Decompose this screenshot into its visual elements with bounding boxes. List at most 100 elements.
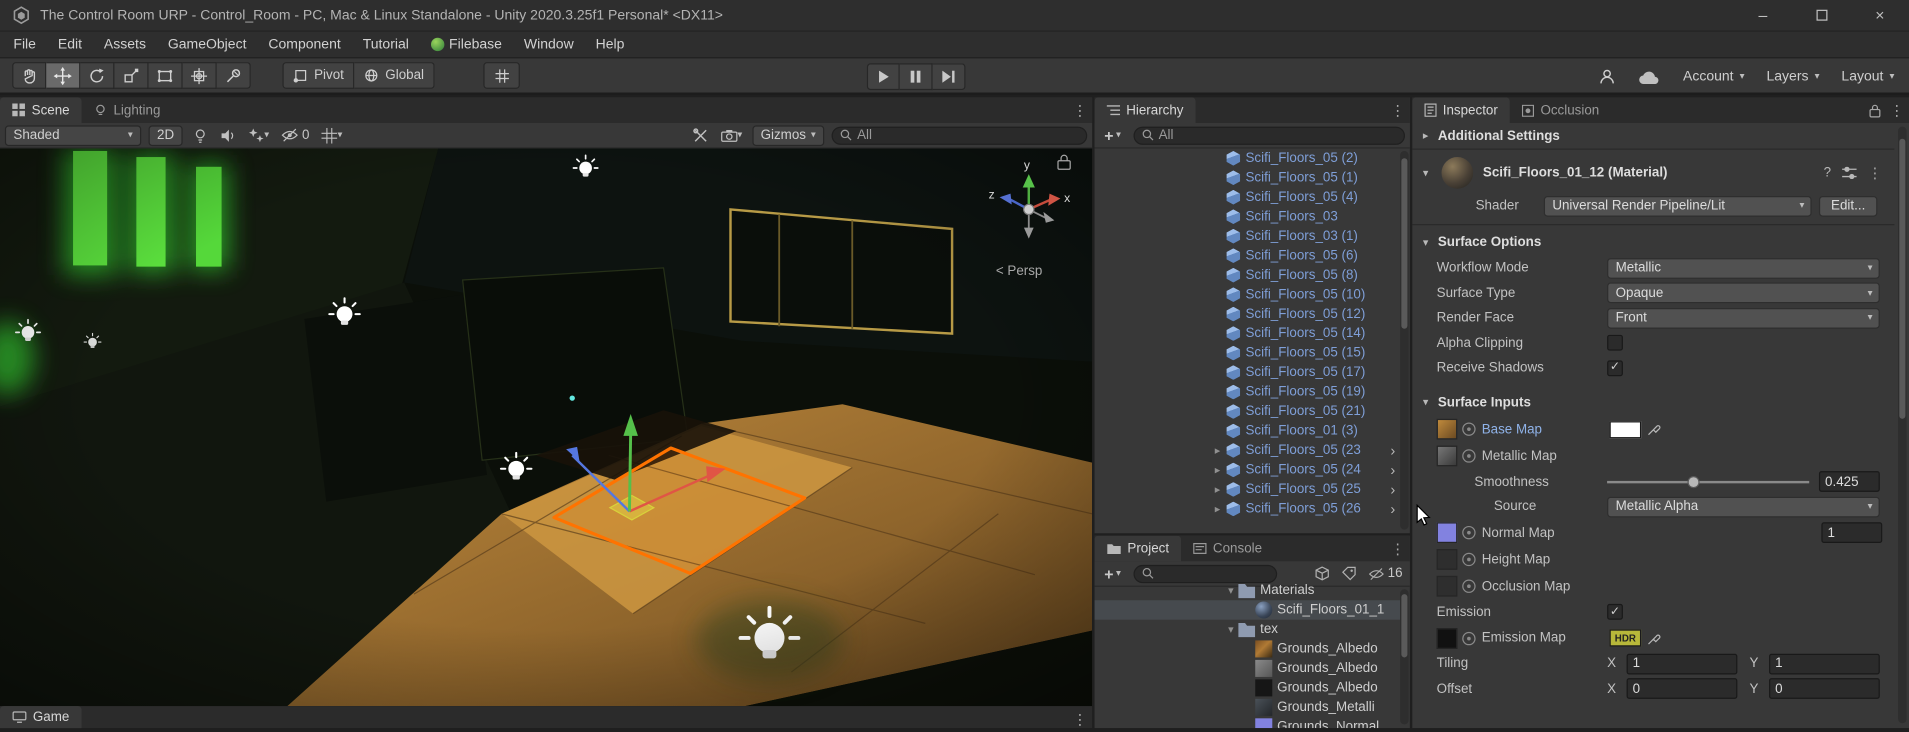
- hierarchy-item[interactable]: Scifi_Floors_05 (12): [1095, 304, 1401, 323]
- menu-item[interactable]: GameObject: [157, 32, 258, 58]
- project-item[interactable]: Grounds_Albedo: [1095, 639, 1401, 658]
- hidden-packages-toggle[interactable]: 16: [1366, 566, 1405, 581]
- normal-map-object-picker[interactable]: [1462, 525, 1476, 540]
- material-preview-sphere[interactable]: [1441, 157, 1474, 189]
- rect-tool-button[interactable]: [148, 62, 183, 89]
- game-menu-icon[interactable]: ⋮: [1073, 710, 1088, 727]
- alpha-clipping-checkbox[interactable]: [1607, 335, 1623, 351]
- maximize-button[interactable]: [1792, 0, 1850, 30]
- search-by-label-button[interactable]: [1339, 566, 1358, 581]
- transform-tool-button[interactable]: [182, 62, 217, 89]
- tab-hierarchy[interactable]: Hierarchy: [1094, 97, 1196, 123]
- smoothness-slider[interactable]: [1607, 471, 1810, 492]
- tiling-x-field[interactable]: 1: [1626, 653, 1738, 675]
- scene-effects-dropdown[interactable]: ▾: [246, 127, 272, 143]
- minimize-button[interactable]: –: [1734, 0, 1792, 30]
- play-button[interactable]: [866, 63, 900, 91]
- menu-item[interactable]: Tutorial: [352, 32, 420, 58]
- hierarchy-item[interactable]: Scifi_Floors_05 (21): [1095, 402, 1401, 421]
- hierarchy-create-button[interactable]: + ▾: [1099, 127, 1125, 143]
- eyedropper-icon[interactable]: [1647, 631, 1661, 644]
- eyedropper-icon[interactable]: [1647, 422, 1661, 436]
- scene-lighting-toggle[interactable]: [190, 127, 211, 143]
- cloud-icon[interactable]: [1639, 69, 1661, 85]
- move-tool-button[interactable]: [46, 62, 81, 89]
- surface-options-foldout[interactable]: ▾ Surface Options: [1412, 229, 1894, 256]
- tab-occlusion[interactable]: Occlusion: [1510, 97, 1611, 123]
- surface-type-dropdown[interactable]: Opaque ▾: [1607, 282, 1880, 304]
- gizmos-dropdown[interactable]: Gizmos ▾: [752, 124, 825, 146]
- hand-tool-button[interactable]: [12, 62, 47, 89]
- hierarchy-item[interactable]: Scifi_Floors_05 (10): [1095, 285, 1401, 304]
- hierarchy-item[interactable]: Scifi_Floors_03 (1): [1095, 226, 1401, 245]
- expand-arrow-icon[interactable]: [1209, 463, 1226, 476]
- open-prefab-icon[interactable]: [1390, 502, 1395, 517]
- custom-tool-button[interactable]: [216, 62, 251, 89]
- tab-scene[interactable]: Scene: [0, 97, 82, 123]
- surface-inputs-foldout[interactable]: ▾ Surface Inputs: [1412, 389, 1894, 416]
- hierarchy-item[interactable]: Scifi_Floors_05 (6): [1095, 246, 1401, 265]
- scene-viewport[interactable]: y x z < Persp: [0, 148, 1093, 707]
- normal-scale-field[interactable]: 1: [1821, 522, 1883, 544]
- tab-inspector[interactable]: Inspector: [1412, 97, 1511, 123]
- scale-tool-button[interactable]: [114, 62, 149, 89]
- menu-item[interactable]: File: [2, 32, 46, 58]
- inspector-scrollbar[interactable]: [1898, 126, 1907, 724]
- material-menu-icon[interactable]: ⋮: [1868, 164, 1883, 181]
- search-by-type-button[interactable]: [1312, 566, 1331, 581]
- hierarchy-item[interactable]: Scifi_Floors_03: [1095, 207, 1401, 226]
- presets-icon[interactable]: [1842, 166, 1857, 179]
- offset-y-field[interactable]: 0: [1769, 678, 1880, 700]
- shading-mode-dropdown[interactable]: Shaded ▾: [4, 124, 142, 146]
- project-create-button[interactable]: + ▾: [1099, 566, 1125, 582]
- layers-dropdown[interactable]: Layers ▾: [1766, 69, 1819, 84]
- hierarchy-item[interactable]: Scifi_Floors_05 (26: [1095, 499, 1401, 518]
- additional-settings-foldout[interactable]: ▸ Additional Settings: [1412, 123, 1895, 150]
- normal-map-thumbnail[interactable]: [1436, 522, 1458, 544]
- hierarchy-item[interactable]: Scifi_Floors_05 (25: [1095, 480, 1401, 499]
- smoothness-field[interactable]: 0.425: [1818, 471, 1880, 493]
- project-item[interactable]: Grounds_Normal: [1095, 717, 1401, 729]
- base-color-swatch[interactable]: [1609, 420, 1642, 438]
- hierarchy-scrollbar[interactable]: [1400, 150, 1409, 530]
- folder-arrow-icon[interactable]: [1224, 584, 1239, 597]
- hierarchy-item[interactable]: Scifi_Floors_05 (17): [1095, 363, 1401, 382]
- grid-snap-button[interactable]: [483, 62, 521, 89]
- account-dropdown[interactable]: Account ▾: [1683, 69, 1745, 84]
- layout-dropdown[interactable]: Layout ▾: [1841, 69, 1894, 84]
- hierarchy-item[interactable]: Scifi_Floors_05 (14): [1095, 324, 1401, 343]
- hierarchy-menu-icon[interactable]: ⋮: [1390, 102, 1405, 119]
- project-menu-icon[interactable]: ⋮: [1390, 540, 1405, 557]
- project-item[interactable]: tex: [1095, 620, 1401, 639]
- hierarchy-item[interactable]: Scifi_Floors_05 (24: [1095, 460, 1401, 479]
- lock-icon[interactable]: [1869, 103, 1881, 118]
- hierarchy-item[interactable]: Scifi_Floors_05 (1): [1095, 168, 1401, 187]
- hierarchy-item[interactable]: Scifi_Floors_05 (15): [1095, 343, 1401, 362]
- scene-search-input[interactable]: All: [831, 126, 1088, 145]
- pause-button[interactable]: [899, 63, 933, 91]
- menu-item[interactable]: Component: [257, 32, 351, 58]
- shader-dropdown[interactable]: Universal Render Pipeline/Lit ▾: [1543, 195, 1812, 217]
- 2d-toggle[interactable]: 2D: [148, 124, 183, 146]
- scene-grid-dropdown[interactable]: ▾: [319, 127, 345, 144]
- scene-menu-icon[interactable]: ⋮: [1073, 102, 1088, 119]
- close-button[interactable]: ×: [1851, 0, 1909, 30]
- height-map-object-picker[interactable]: [1462, 552, 1476, 567]
- folder-arrow-icon[interactable]: [1224, 623, 1239, 636]
- hierarchy-item[interactable]: Scifi_Floors_05 (2): [1095, 149, 1401, 168]
- tab-console[interactable]: Console: [1181, 536, 1274, 562]
- expand-arrow-icon[interactable]: [1209, 483, 1226, 496]
- occlusion-map-thumbnail[interactable]: [1436, 575, 1458, 597]
- project-item[interactable]: Scifi_Floors_01_1: [1094, 600, 1401, 620]
- metallic-map-thumbnail[interactable]: [1436, 445, 1458, 467]
- hierarchy-item[interactable]: Scifi_Floors_05 (19): [1095, 382, 1401, 401]
- hierarchy-item[interactable]: Scifi_Floors_01 (3): [1095, 421, 1401, 440]
- scene-audio-toggle[interactable]: [218, 127, 239, 143]
- emission-color-swatch[interactable]: HDR: [1609, 629, 1642, 647]
- menu-item[interactable]: Assets: [93, 32, 157, 58]
- emission-checkbox[interactable]: ✓: [1607, 604, 1623, 621]
- open-prefab-icon[interactable]: [1390, 463, 1395, 478]
- project-item[interactable]: Grounds_Albedo: [1095, 659, 1401, 678]
- occlusion-map-object-picker[interactable]: [1462, 579, 1476, 593]
- hierarchy-item[interactable]: Scifi_Floors_05 (23: [1095, 441, 1401, 460]
